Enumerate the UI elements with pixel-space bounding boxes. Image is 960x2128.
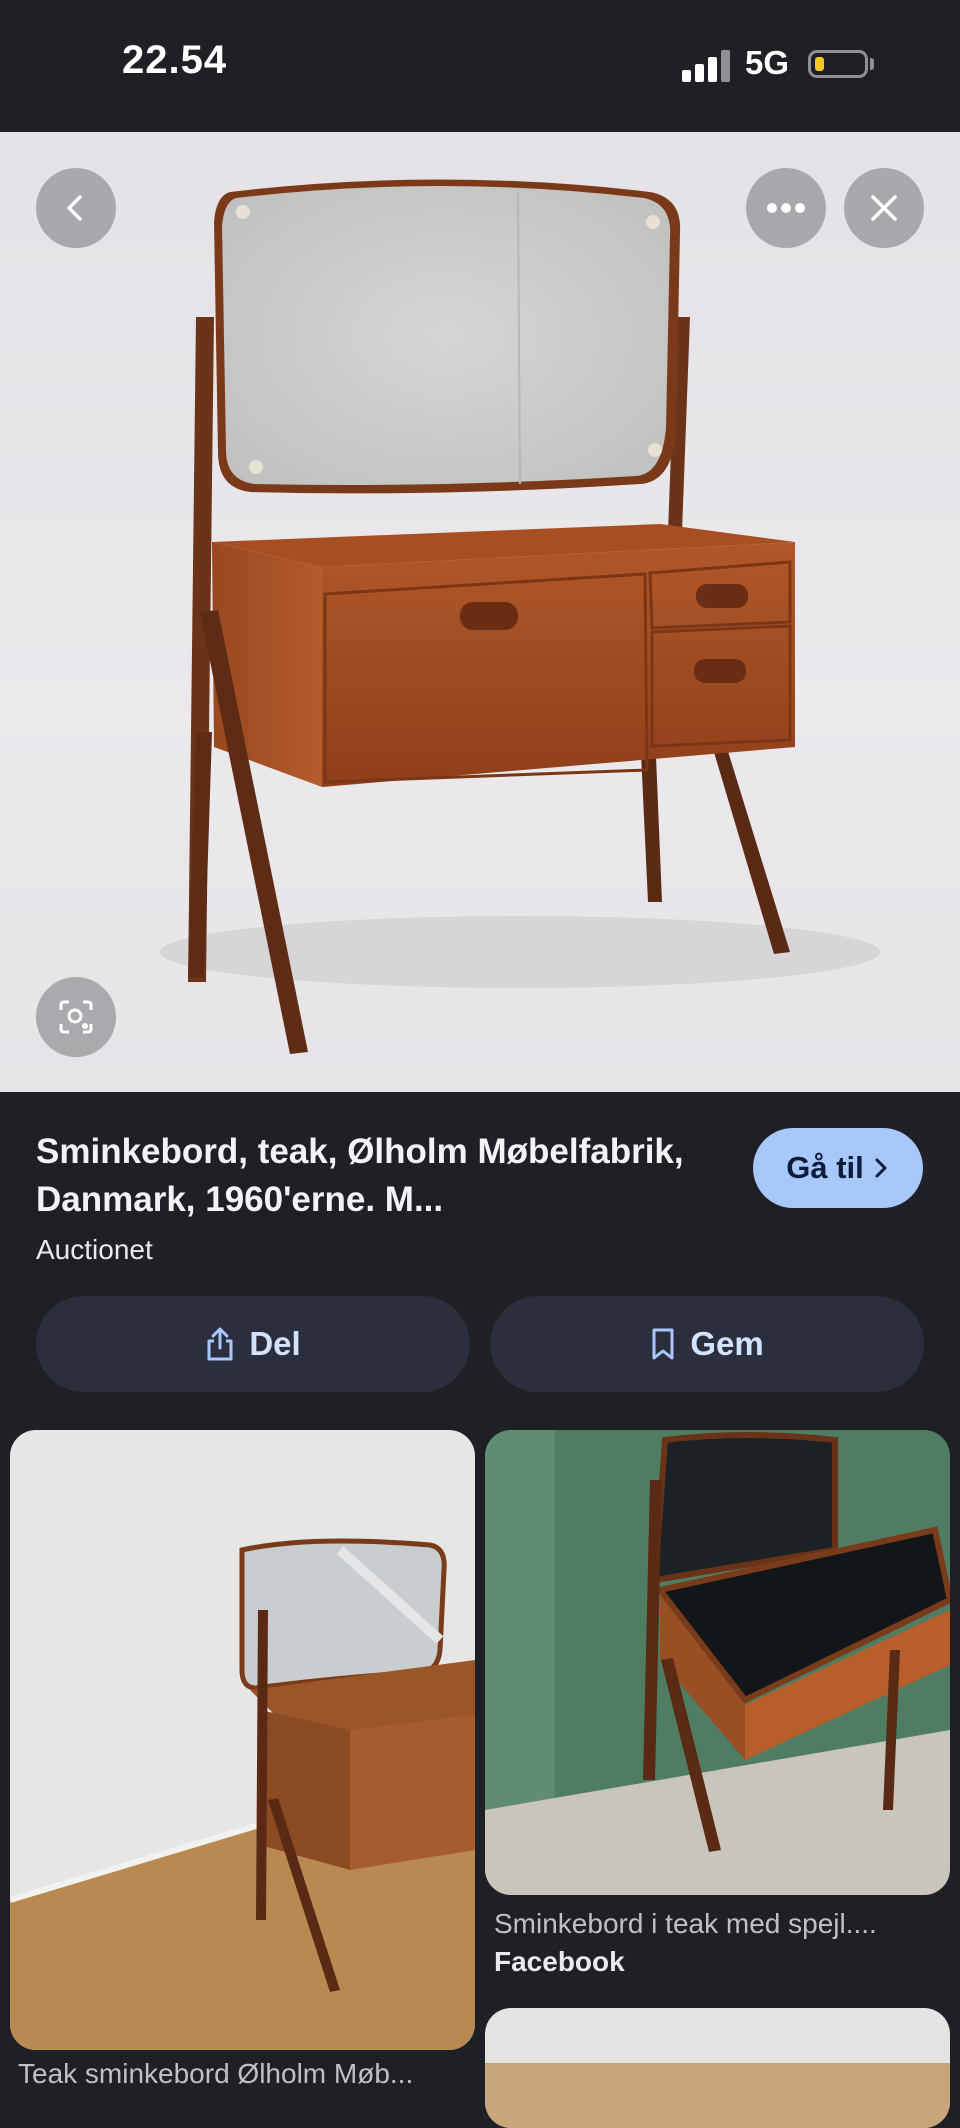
vanity-table-photo xyxy=(160,179,880,1054)
related-card-2[interactable] xyxy=(485,1430,950,1895)
related-image-2 xyxy=(485,1430,950,1895)
more-options-button[interactable] xyxy=(746,168,826,248)
back-button[interactable] xyxy=(36,168,116,248)
status-bar: 22.54 5G xyxy=(0,0,960,132)
close-icon xyxy=(871,195,897,221)
close-button[interactable] xyxy=(844,168,924,248)
related-image-1 xyxy=(10,1430,475,2050)
save-button[interactable]: Gem xyxy=(490,1296,924,1392)
lens-icon xyxy=(59,1000,93,1034)
share-icon xyxy=(207,1327,233,1361)
network-label: 5G xyxy=(745,44,790,81)
chevron-right-icon xyxy=(875,1158,887,1178)
result-title[interactable]: Sminkebord, teak, Ølholm Møbelfabrik, Da… xyxy=(36,1128,736,1224)
lens-search-button[interactable] xyxy=(36,977,116,1057)
goto-label: Gå til xyxy=(786,1150,864,1185)
related-image-3 xyxy=(485,2063,950,2128)
related-card-1[interactable] xyxy=(10,1430,475,2050)
battery-icon xyxy=(808,50,868,78)
share-label: Del xyxy=(249,1325,301,1362)
result-source[interactable]: Auctionet xyxy=(36,1234,153,1266)
save-label: Gem xyxy=(690,1325,764,1362)
clock: 22.54 xyxy=(122,38,228,82)
goto-button[interactable]: Gå til xyxy=(753,1128,923,1208)
related-caption-1[interactable]: Teak sminkebord Ølholm Møb... xyxy=(18,2058,468,2090)
bookmark-icon xyxy=(652,1328,674,1360)
related-source-2[interactable]: Facebook xyxy=(494,1946,625,1978)
related-card-3[interactable] xyxy=(485,2008,950,2128)
share-button[interactable]: Del xyxy=(36,1296,470,1392)
more-horizontal-icon xyxy=(767,203,805,213)
battery-tip xyxy=(870,58,874,70)
related-caption-2[interactable]: Sminkebord i teak med spejl.... xyxy=(494,1908,944,1940)
signal-icon xyxy=(682,50,730,82)
chevron-left-icon xyxy=(67,195,82,221)
main-image[interactable] xyxy=(0,132,960,1092)
